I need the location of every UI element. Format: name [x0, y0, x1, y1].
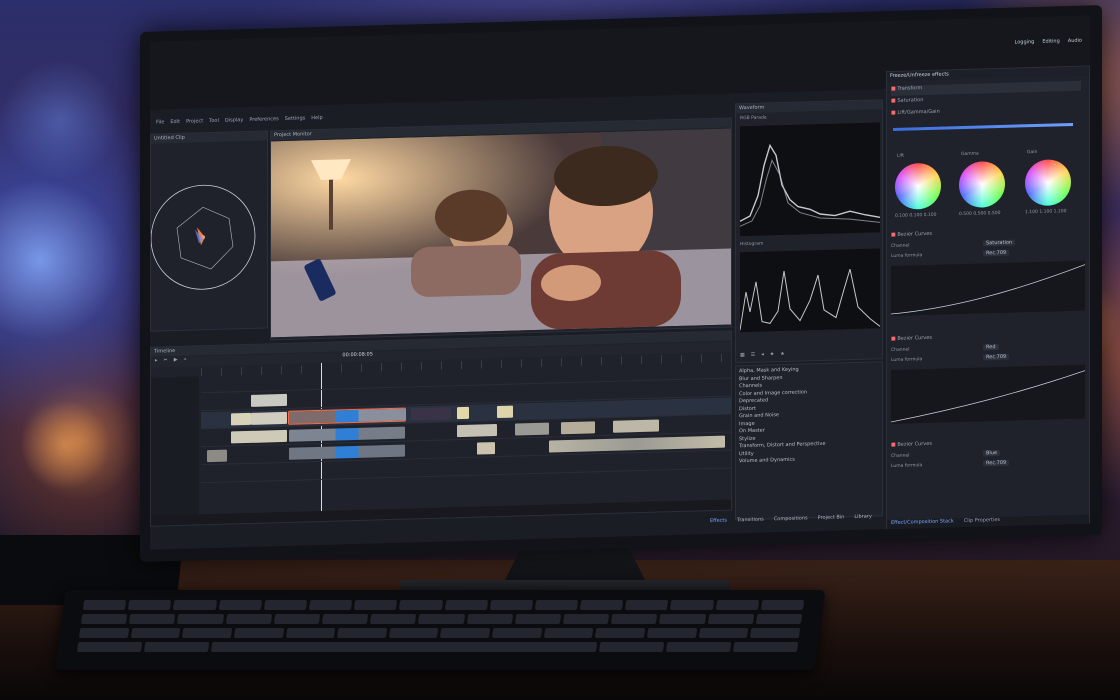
panel-title: Waveform: [736, 100, 882, 114]
effects-category-item[interactable]: Volume and Dynamics: [739, 456, 825, 466]
track-headers: [151, 376, 199, 518]
scope-label: Histogram: [740, 241, 764, 248]
curve-graph[interactable]: [891, 260, 1085, 317]
curve-header[interactable]: ■ Bezier Curves: [891, 441, 932, 448]
luma-formula-label: Luma formula: [891, 357, 923, 364]
curve-channel-select[interactable]: Blue: [983, 449, 1001, 457]
project-monitor-panel: Project Monitor: [270, 117, 732, 341]
histogram-scope: [740, 248, 880, 333]
curve-header[interactable]: ■ Bezier Curves: [891, 335, 932, 342]
luma-formula-label: Luma formula: [891, 463, 923, 470]
gamma-color-wheel[interactable]: [959, 160, 1005, 209]
wheel-label-lift: Lift: [897, 153, 905, 159]
star-icon[interactable]: ★: [780, 351, 784, 357]
curve-header[interactable]: ■ Bezier Curves: [891, 231, 932, 238]
panel-title: Untitled Clip: [151, 131, 267, 144]
menu-display[interactable]: Display: [225, 117, 243, 124]
tab-editing[interactable]: Editing: [1042, 38, 1059, 44]
scope-toolbar: ▦ ☰ ◂ ★ ★: [740, 351, 785, 358]
menu-settings[interactable]: Settings: [285, 115, 306, 122]
video-clip[interactable]: [457, 406, 469, 420]
video-clip[interactable]: [411, 407, 451, 421]
video-clip[interactable]: [613, 419, 659, 433]
curve-channel-select[interactable]: Saturation: [983, 239, 1016, 247]
menu-bar-items: File Edit Project Tool Display Preferenc…: [156, 115, 323, 126]
menu-help[interactable]: Help: [311, 115, 322, 121]
wheel-values: 0.100 0.100 0.100: [895, 212, 937, 219]
select-tool-icon[interactable]: ▸: [155, 358, 158, 368]
curve-channel-label: Channel: [891, 243, 910, 250]
luma-formula-select[interactable]: Rec.709: [983, 249, 1010, 257]
tab-library[interactable]: Library: [854, 514, 871, 520]
menu-tool[interactable]: Tool: [209, 118, 219, 124]
vectorscope: [151, 184, 256, 290]
video-clip[interactable]: [515, 422, 549, 436]
video-clip[interactable]: [289, 426, 405, 442]
effects-list-panel: Alpha, Mask and Keying Blur and Sharpen …: [735, 361, 883, 521]
video-clip[interactable]: [207, 449, 227, 463]
video-clip[interactable]: [561, 421, 595, 435]
speaker-icon[interactable]: ◂: [761, 352, 764, 358]
bokeh-light: [20, 400, 110, 490]
effect-stack-tabs: Effect/Composition Stack Clip Properties: [887, 514, 1089, 531]
luma-formula-select[interactable]: Rec.709: [983, 353, 1010, 361]
tab-effects[interactable]: Effects: [710, 518, 727, 524]
tab-clip-properties[interactable]: Clip Properties: [964, 517, 1000, 528]
scope-label: RGB Parade: [740, 115, 767, 122]
video-clip[interactable]: [549, 435, 725, 453]
keyboard: [54, 590, 826, 670]
video-clip-selected[interactable]: [288, 407, 406, 426]
wheel-values: 0.500 0.500 0.500: [959, 210, 1001, 218]
timeline-panel: Timeline ▸ ✂ ▶ ⌖ 00:00:08:05: [150, 330, 732, 527]
razor-tool-icon[interactable]: ✂: [164, 357, 168, 367]
play-icon[interactable]: ▶: [174, 357, 178, 367]
video-clip[interactable]: [231, 429, 287, 444]
menu-project[interactable]: Project: [186, 118, 203, 124]
video-clip[interactable]: [497, 405, 513, 419]
scopes-panel: Waveform RGB Parade Histogram ▦ ☰ ◂ ★ ★: [735, 99, 883, 364]
video-clip[interactable]: [251, 411, 287, 425]
curve-channel-select[interactable]: Red: [983, 344, 999, 351]
computer-monitor: File Edit Project Tool Display Preferenc…: [140, 5, 1102, 563]
gain-color-wheel[interactable]: [1025, 158, 1071, 207]
tab-audio[interactable]: Audio: [1068, 38, 1082, 44]
tab-compositions[interactable]: Compositions: [774, 515, 808, 522]
effects-category-list: Alpha, Mask and Keying Blur and Sharpen …: [739, 366, 825, 466]
waveform-scope: [740, 122, 880, 237]
wheel-label-gain: Gain: [1027, 149, 1038, 156]
snap-icon[interactable]: ⌖: [184, 357, 187, 367]
tab-logging[interactable]: Logging: [1015, 39, 1035, 46]
bokeh-light: [0, 60, 120, 180]
luma-formula-label: Luma formula: [891, 253, 923, 260]
tab-project-bin[interactable]: Project Bin: [818, 514, 845, 521]
tracks: [201, 361, 731, 516]
video-clip[interactable]: [231, 412, 251, 426]
curve-channel-label: Channel: [891, 453, 910, 460]
list-icon[interactable]: ☰: [751, 352, 755, 358]
curve-channel-label: Channel: [891, 347, 910, 354]
tab-effect-stack[interactable]: Effect/Composition Stack: [891, 518, 954, 530]
wheel-label-gamma: Gamma: [961, 151, 979, 158]
wheel-values: 1.100 1.100 1.100: [1025, 209, 1067, 216]
star-icon[interactable]: ★: [770, 351, 774, 357]
luma-formula-select[interactable]: Rec.709: [983, 459, 1010, 467]
curve-graph[interactable]: [891, 364, 1085, 425]
video-clip[interactable]: [251, 393, 287, 407]
vectorscope-panel: Untitled Clip: [150, 130, 268, 332]
video-preview: [271, 128, 731, 338]
slider-track[interactable]: [893, 122, 1073, 131]
menu-preferences[interactable]: Preferences: [249, 116, 278, 123]
effect-stack-panel: Freeze/Unfreeze effects ■ Transform ■ Sa…: [886, 65, 1090, 532]
timecode: 00:00:08:05: [342, 351, 373, 359]
lift-color-wheel[interactable]: [895, 162, 941, 210]
menu-file[interactable]: File: [156, 119, 164, 125]
grid-icon[interactable]: ▦: [740, 352, 745, 358]
video-clip[interactable]: [457, 424, 497, 438]
video-clip[interactable]: [477, 442, 495, 455]
tab-transitions[interactable]: Transitions: [737, 517, 764, 524]
video-clip[interactable]: [289, 444, 405, 460]
video-editor-window: File Edit Project Tool Display Preferenc…: [150, 15, 1090, 550]
menu-edit[interactable]: Edit: [170, 119, 180, 125]
